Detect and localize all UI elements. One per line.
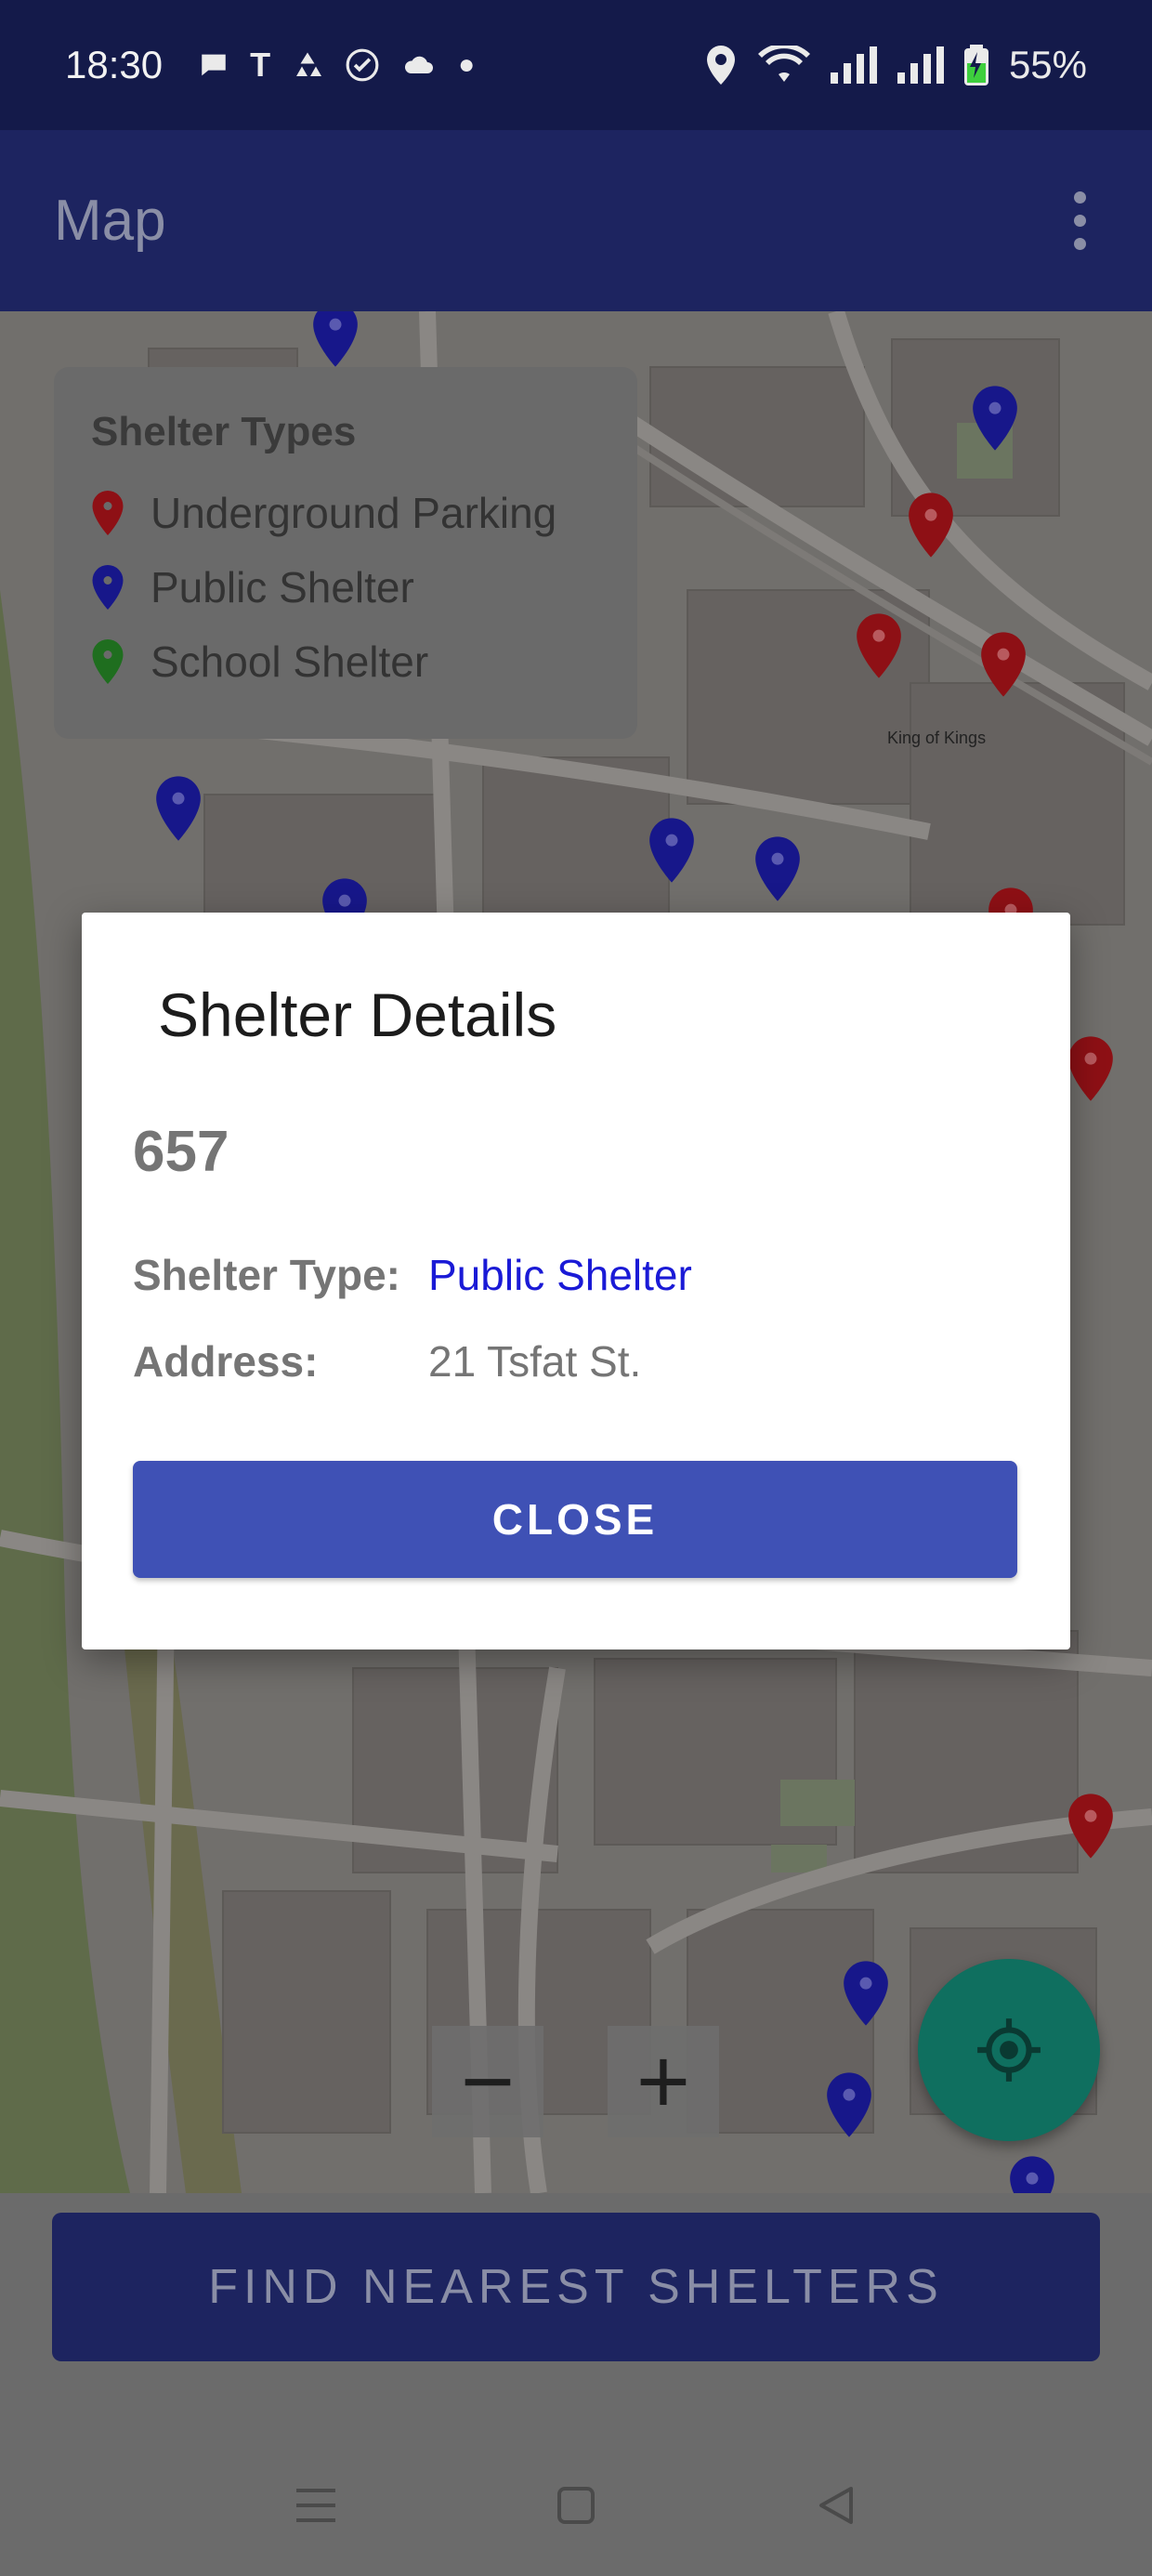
public-shelter-pin[interactable] [753, 836, 802, 901]
system-icons: 55% [704, 43, 1087, 87]
public-shelter-pin[interactable] [842, 1961, 890, 2026]
menu-icon[interactable] [288, 2477, 344, 2533]
shelter-types-legend: Shelter Types Underground Parking Public… [54, 367, 637, 739]
public-shelter-pin[interactable] [825, 2072, 873, 2137]
dot-icon: ● [458, 49, 476, 80]
battery-percentage: 55% [1008, 43, 1087, 86]
legend-item-label: Underground Parking [151, 489, 557, 537]
blue-pin-icon [92, 565, 124, 610]
public-shelter-pin[interactable] [648, 818, 696, 883]
green-pin-icon [92, 639, 124, 684]
t-icon: T [250, 46, 271, 84]
underground-parking-pin[interactable] [1067, 1036, 1115, 1101]
shelter-type-label: Shelter Type: [133, 1251, 400, 1299]
map-place-label: King of Kings [887, 729, 986, 747]
status-time: 18:30 [65, 43, 164, 86]
shelter-id: 657 [133, 1120, 229, 1184]
recycle-icon [296, 52, 322, 76]
battery-charging-icon [963, 45, 988, 85]
public-shelter-pin[interactable] [1008, 2156, 1056, 2193]
chat-bubble-icon [202, 54, 226, 76]
zoom-out-label: − [460, 2030, 516, 2134]
app-bar: Map [0, 130, 1152, 311]
home-square-icon[interactable] [548, 2477, 604, 2533]
public-shelter-pin[interactable] [311, 311, 360, 367]
underground-parking-pin[interactable] [1067, 1794, 1115, 1859]
legend-item-public-shelter: Public Shelter [91, 550, 600, 624]
signal-icon [897, 46, 944, 84]
signal-icon [830, 46, 877, 84]
zoom-out-button[interactable]: − [432, 2026, 543, 2137]
underground-parking-pin[interactable] [907, 493, 955, 558]
underground-parking-pin[interactable] [855, 613, 903, 678]
shelter-type-value: Public Shelter [428, 1251, 692, 1299]
legend-item-underground-parking: Underground Parking [91, 476, 600, 550]
legend-title: Shelter Types [91, 409, 357, 454]
legend-item-school-shelter: School Shelter [91, 624, 600, 699]
find-nearest-shelters-button[interactable]: FIND NEAREST SHELTERS [52, 2213, 1100, 2361]
location-icon [706, 46, 735, 85]
zoom-in-button[interactable]: + [608, 2026, 719, 2137]
cloud-icon [405, 56, 434, 73]
public-shelter-pin[interactable] [971, 386, 1019, 451]
red-pin-icon [92, 491, 124, 535]
address-label: Address: [133, 1337, 319, 1386]
check-circle-icon [346, 48, 379, 82]
address-row: Address: 21 Tsfat St. [133, 1336, 641, 1387]
status-bar: 18:30 T ● 55% [0, 0, 1152, 130]
close-button[interactable]: CLOSE [133, 1461, 1017, 1578]
zoom-in-label: + [635, 2030, 691, 2134]
legend-item-label: School Shelter [151, 637, 429, 686]
more-vert-icon[interactable] [1061, 191, 1098, 250]
my-location-icon [977, 2018, 1041, 2082]
page-title: Map [54, 189, 166, 253]
dialog-title: Shelter Details [158, 980, 557, 1049]
notification-icons: T ● [198, 46, 475, 85]
public-shelter-pin[interactable] [154, 776, 203, 841]
legend-item-label: Public Shelter [151, 563, 414, 611]
my-location-button[interactable] [918, 1959, 1100, 2141]
shelter-details-dialog: Shelter Details 657 Shelter Type: Public… [82, 913, 1070, 1649]
underground-parking-pin[interactable] [979, 632, 1028, 697]
system-nav-bar [0, 2435, 1152, 2576]
shelter-type-row: Shelter Type: Public Shelter [133, 1250, 692, 1300]
wifi-icon [757, 46, 810, 82]
back-triangle-icon[interactable] [808, 2477, 864, 2533]
address-value: 21 Tsfat St. [428, 1337, 642, 1386]
